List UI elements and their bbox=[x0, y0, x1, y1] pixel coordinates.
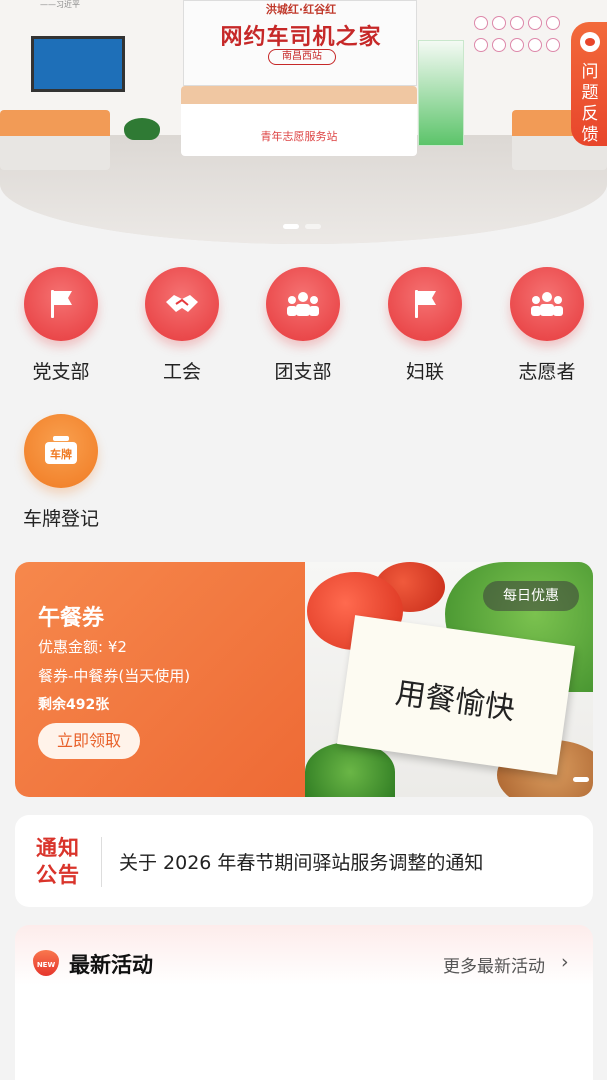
hero-wall-quote: ——习近平 bbox=[40, 0, 80, 9]
group-icon bbox=[266, 267, 340, 341]
hero-sign-main: 网约车司机之家 bbox=[220, 24, 382, 50]
category-label: 志愿者 bbox=[518, 361, 576, 383]
coupon-photo: 用餐愉快 每日优惠 bbox=[305, 562, 593, 797]
lunch-coupon-card[interactable]: 午餐券 优惠金额: ¥2 餐券-中餐券(当天使用) 剩余492张 立即领取 用餐… bbox=[15, 562, 593, 797]
carousel-dot[interactable] bbox=[305, 224, 321, 229]
category-label: 妇联 bbox=[405, 361, 444, 383]
coupon-info: 午餐券 优惠金额: ¥2 餐券-中餐券(当天使用) 剩余492张 立即领取 bbox=[15, 562, 305, 797]
feedback-button[interactable]: 问题反馈 bbox=[571, 22, 607, 146]
category-label: 党支部 bbox=[32, 361, 90, 383]
group-icon bbox=[510, 267, 584, 341]
meal-card-text: 用餐愉快 bbox=[393, 675, 517, 728]
category-youth-league[interactable]: 团支部 bbox=[248, 267, 358, 384]
notice-badge: 通知公告 bbox=[36, 836, 80, 887]
chevron-right-icon[interactable]: › bbox=[561, 952, 569, 972]
more-activities-link[interactable]: 更多最新活动 bbox=[443, 952, 545, 977]
coupon-pager-dot bbox=[573, 777, 589, 782]
carousel-dot-active[interactable] bbox=[283, 224, 299, 229]
hero-tv-screen bbox=[31, 36, 125, 92]
hero-sofa-left bbox=[0, 110, 110, 170]
coupon-remaining: 剩余492张 bbox=[38, 697, 110, 713]
flag-icon bbox=[388, 267, 462, 341]
carousel-indicator bbox=[283, 224, 327, 230]
notice-text[interactable]: 关于 2026 年春节期间驿站服务调整的通知 bbox=[119, 848, 483, 875]
hero-banner[interactable]: ——习近平 洪城红·红谷红 网约车司机之家 南昌西站 青年志愿服务站 bbox=[0, 0, 607, 244]
latest-activities-section: NEW 最新活动 更多最新活动 › bbox=[15, 925, 593, 1080]
category-union[interactable]: 工会 bbox=[127, 267, 237, 384]
coupon-amount: 优惠金额: ¥2 bbox=[38, 638, 127, 656]
svg-text:车牌: 车牌 bbox=[50, 447, 72, 461]
daily-deal-tag: 每日优惠 bbox=[483, 581, 579, 611]
flag-icon bbox=[24, 267, 98, 341]
hero-plant bbox=[124, 118, 160, 140]
new-flame-icon: NEW bbox=[33, 950, 59, 976]
category-plate-registration[interactable]: 车牌 车牌登记 bbox=[6, 414, 116, 531]
notice-divider bbox=[101, 837, 102, 887]
hero-wall-badges bbox=[472, 14, 564, 70]
activities-title: 最新活动 bbox=[69, 953, 153, 977]
license-plate-icon: 车牌 bbox=[24, 414, 98, 488]
hero-desk-text: 青年志愿服务站 bbox=[260, 130, 338, 143]
hero-sign-sub: 南昌西站 bbox=[268, 49, 336, 65]
hero-sign-top: 洪城红·红谷红 bbox=[265, 3, 337, 16]
category-label: 车牌登记 bbox=[22, 508, 99, 530]
category-label: 团支部 bbox=[274, 361, 332, 383]
hero-banner-stand bbox=[418, 40, 464, 146]
feedback-label: 问题反馈 bbox=[581, 62, 599, 145]
category-party-branch[interactable]: 党支部 bbox=[6, 267, 116, 384]
notice-bar[interactable]: 通知公告 关于 2026 年春节期间驿站服务调整的通知 bbox=[15, 815, 593, 907]
headset-icon bbox=[580, 32, 600, 52]
claim-coupon-button[interactable]: 立即领取 bbox=[38, 723, 140, 759]
category-womens-federation[interactable]: 妇联 bbox=[370, 267, 480, 384]
hero-reception-desk: 青年志愿服务站 bbox=[181, 86, 417, 156]
category-volunteers[interactable]: 志愿者 bbox=[492, 267, 602, 384]
coupon-type: 餐券-中餐券(当天使用) bbox=[38, 667, 191, 685]
coupon-title: 午餐券 bbox=[38, 606, 105, 631]
category-label: 工会 bbox=[162, 361, 201, 383]
hero-sign-board: 洪城红·红谷红 网约车司机之家 南昌西站 bbox=[183, 0, 417, 86]
handshake-icon bbox=[145, 267, 219, 341]
